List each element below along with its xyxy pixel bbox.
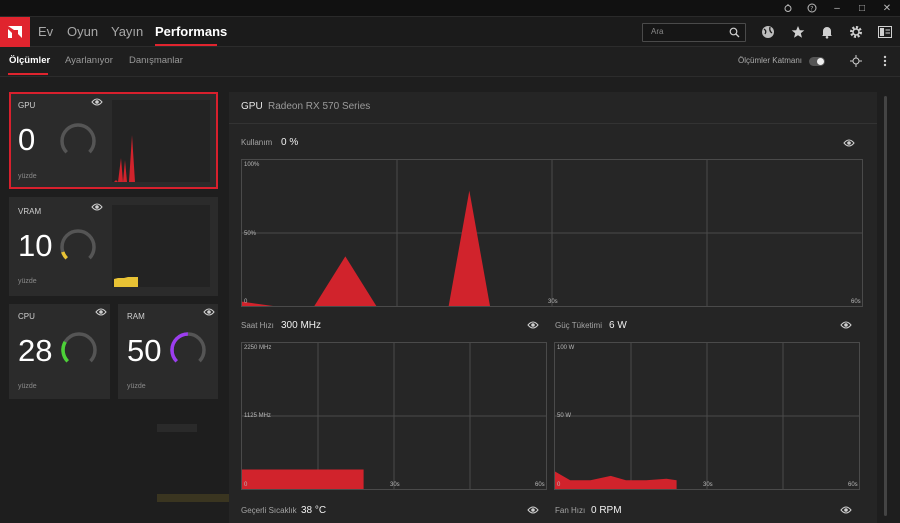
panel-divider	[229, 123, 877, 124]
power-label: Güç Tüketimi	[555, 321, 602, 330]
vram-card-value: 10	[18, 228, 53, 263]
tab-advisors[interactable]: Danışmanlar	[129, 47, 183, 75]
eye-icon[interactable]	[527, 320, 539, 330]
series-area	[242, 190, 511, 306]
eye-icon[interactable]	[840, 320, 852, 330]
search-placeholder: Ara	[651, 27, 664, 36]
gpu-card-unit: yüzde	[18, 173, 37, 180]
cpu-card-value: 28	[18, 333, 53, 368]
x-tick-label: 30s	[703, 482, 713, 488]
tab-metrics[interactable]: Ölçümler	[9, 47, 50, 75]
x-tick-label: 60s	[848, 482, 858, 488]
help-icon[interactable]: ?	[804, 1, 820, 15]
eye-icon[interactable]	[91, 97, 103, 107]
vram-card-label: VRAM	[18, 207, 42, 216]
temperature-value: 38 °C	[301, 505, 327, 516]
cpu-card-unit: yüzde	[18, 383, 37, 390]
y-tick-label: 0	[244, 299, 248, 305]
ram-card-label: RAM	[127, 312, 145, 321]
y-tick-label: 2250 MHz	[244, 345, 272, 351]
power-value: 6 W	[609, 320, 627, 331]
favorites-star-icon[interactable]	[789, 23, 807, 41]
y-tick-label: 100 W	[557, 345, 575, 351]
clock-label: Saat Hızı	[241, 321, 274, 330]
background-placeholder	[157, 494, 229, 502]
power-consumption-graph: 100 W 50 W 0 30s 60s	[554, 342, 860, 490]
x-tick-label: 30s	[548, 299, 558, 305]
gpu-gauge	[60, 123, 96, 159]
nav-active-indicator	[155, 44, 217, 46]
metrics-overlay-label: Ölçümler Katmanı	[738, 56, 803, 65]
nav-home[interactable]: Ev	[38, 17, 53, 47]
ram-card-value: 50	[127, 333, 162, 368]
background-placeholder	[157, 424, 197, 432]
eye-icon[interactable]	[840, 505, 852, 515]
cpu-gauge	[61, 332, 97, 368]
fan-speed-label: Fan Hızı	[555, 506, 586, 515]
vram-gauge	[60, 229, 96, 265]
minimize-button[interactable]: –	[829, 1, 845, 15]
title-bar	[0, 0, 900, 17]
cpu-card-label: CPU	[18, 312, 35, 321]
gpu-card-label: GPU	[18, 101, 36, 110]
search-box[interactable]: Ara	[642, 23, 746, 42]
ram-card-unit: yüzde	[127, 383, 146, 390]
panel-scrollbar[interactable]	[884, 96, 887, 516]
series-area	[242, 469, 364, 489]
y-tick-label: 0	[244, 482, 248, 488]
y-tick-label: 1125 MHz	[244, 413, 271, 419]
y-tick-label: 100%	[244, 162, 260, 168]
fan-speed-value: 0 RPM	[591, 505, 622, 516]
temperature-label: Geçerli Sıcaklık	[241, 506, 297, 515]
x-tick-label: 60s	[535, 482, 545, 488]
svg-text:?: ?	[810, 6, 813, 13]
vram-card-unit: yüzde	[18, 278, 37, 285]
close-button[interactable]: ✕	[879, 1, 895, 15]
eye-icon[interactable]	[91, 202, 103, 212]
x-tick-label: 30s	[390, 482, 400, 488]
clock-speed-graph: 2250 MHz 1125 MHz 0 30s 60s	[241, 342, 547, 490]
amd-logo-icon[interactable]	[0, 17, 30, 47]
globe-icon[interactable]	[759, 23, 777, 41]
x-tick-label: 60s	[851, 299, 861, 305]
series-area	[555, 471, 677, 489]
bug-report-icon[interactable]	[780, 1, 796, 15]
tab-active-indicator	[8, 73, 48, 75]
layout-panel-icon[interactable]	[876, 23, 894, 41]
y-tick-label: 50 W	[557, 413, 572, 419]
gpu-card-value: 0	[18, 122, 36, 157]
metrics-overlay-toggle[interactable]	[809, 57, 825, 66]
tab-tuning[interactable]: Ayarlanıyor	[65, 47, 113, 75]
ram-gauge	[170, 332, 206, 368]
settings-gear-icon[interactable]	[847, 23, 865, 41]
usage-value: 0 %	[281, 137, 299, 148]
notifications-bell-icon[interactable]	[818, 23, 836, 41]
panel-title: GPU	[241, 101, 263, 112]
more-options-icon[interactable]	[876, 52, 894, 70]
gpu-model-name: Radeon RX 570 Series	[268, 101, 371, 112]
eye-icon[interactable]	[203, 307, 215, 317]
usage-graph: 100% 50% 0 30s 60s	[241, 159, 863, 307]
crosshair-icon[interactable]	[847, 52, 865, 70]
eye-icon[interactable]	[95, 307, 107, 317]
eye-icon[interactable]	[527, 505, 539, 515]
nav-streaming[interactable]: Yayın	[111, 17, 143, 47]
vram-mini-graph	[112, 205, 210, 287]
y-tick-label: 0	[557, 482, 561, 488]
eye-icon[interactable]	[843, 138, 855, 148]
nav-gaming[interactable]: Oyun	[67, 17, 98, 47]
search-icon	[729, 27, 740, 38]
y-tick-label: 50%	[244, 231, 257, 237]
gpu-mini-graph	[112, 100, 210, 182]
usage-label: Kullanım	[241, 138, 273, 147]
clock-value: 300 MHz	[281, 320, 322, 331]
maximize-button[interactable]: □	[854, 1, 870, 15]
nav-performance[interactable]: Performans	[155, 17, 227, 47]
